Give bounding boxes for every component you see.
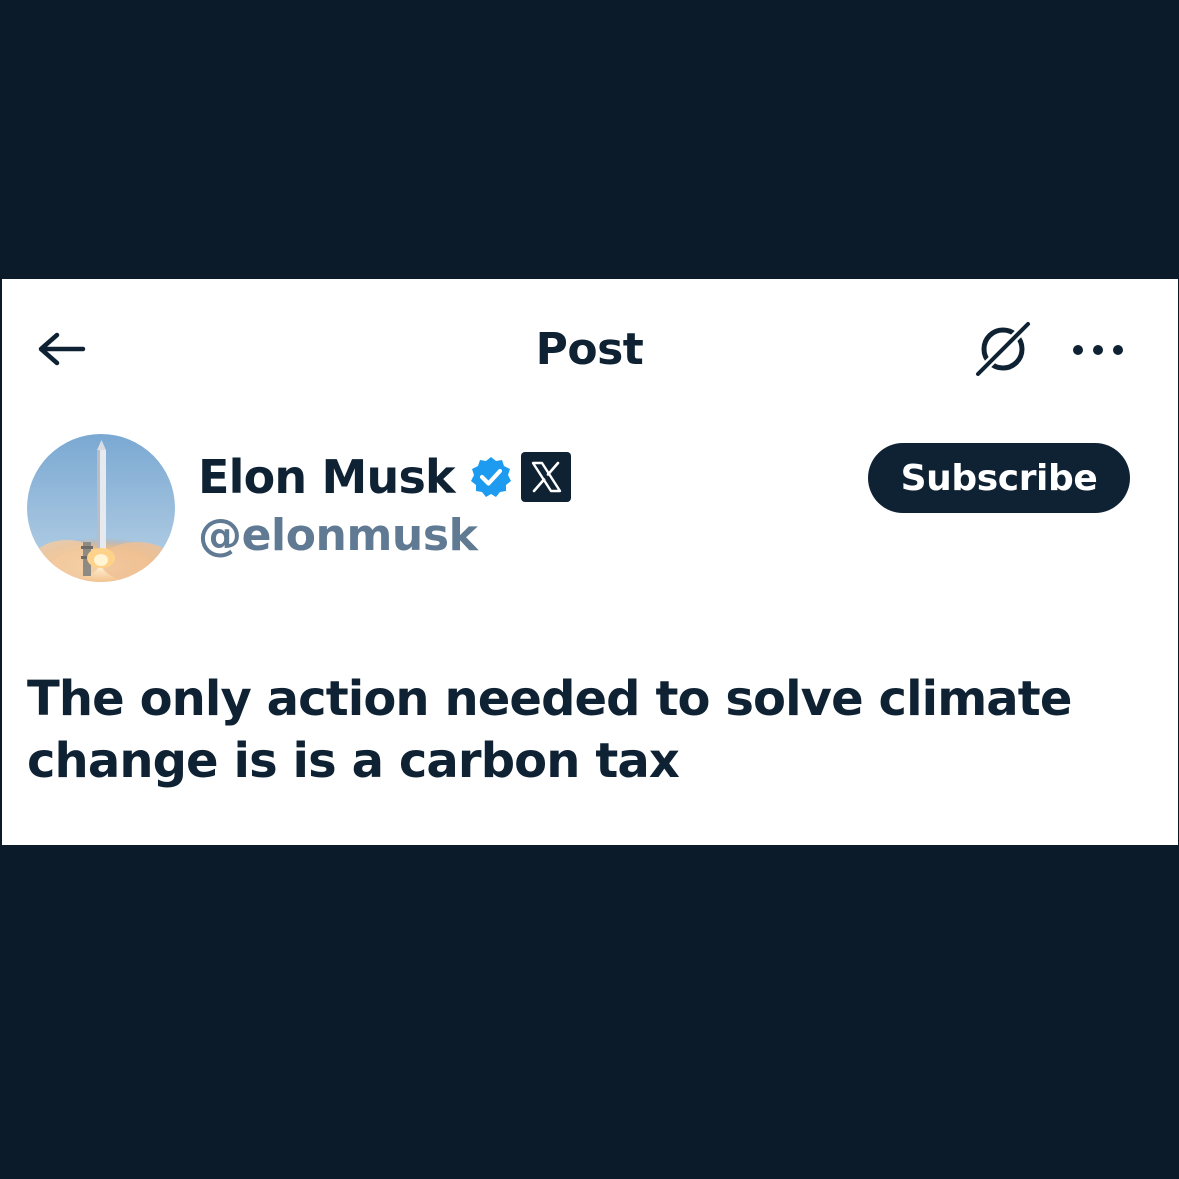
grok-icon [973,319,1033,379]
x-logo-icon[interactable] [520,452,571,502]
author-name-row: Elon Musk [198,446,571,508]
author-display-name[interactable]: Elon Musk [198,450,456,504]
verified-badge-icon[interactable] [469,455,513,499]
more-options-button[interactable] [1068,330,1128,370]
grok-button[interactable] [970,318,1036,380]
rocket-launch-avatar [27,434,175,582]
subscribe-button[interactable]: Subscribe [868,443,1130,513]
avatar[interactable] [27,434,175,582]
screenshot-canvas: Post Elon Musk @elonmusk Subscribe The o… [0,0,1179,1179]
more-horizontal-icon [1073,345,1123,355]
author-handle[interactable]: @elonmusk [198,510,478,561]
post-text: The only action needed to solve climate … [27,671,1072,789]
